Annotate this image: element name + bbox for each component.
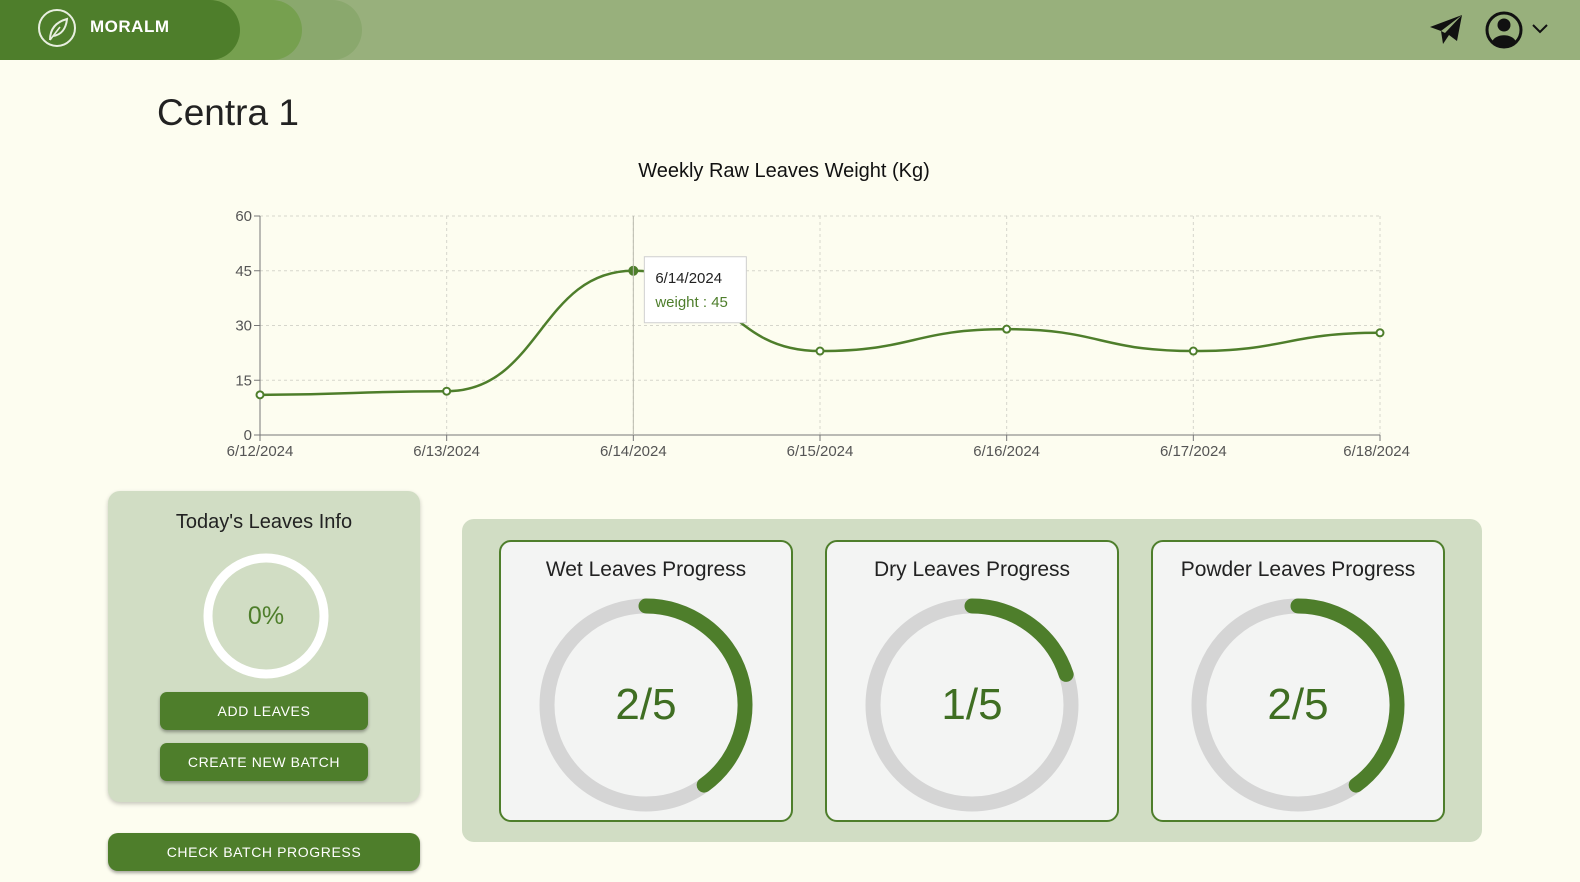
data-point (1002, 324, 1012, 334)
brand-tab[interactable]: MORALM (0, 0, 240, 60)
page-title: Centra 1 (157, 92, 299, 133)
weekly-weight-chart: Weekly Raw Leaves Weight (Kg) 0 15 30 45 60 6/… (227, 160, 1410, 460)
data-point (1188, 346, 1198, 356)
y-tick-label: 45 (235, 263, 252, 280)
progress-card-title: Dry Leaves Progress (873, 558, 1071, 581)
chevron-down-icon[interactable] (1530, 18, 1550, 38)
x-tick-label: 6/14/2024 (600, 443, 667, 460)
dry-leaves-progress-card[interactable]: Dry Leaves Progress 1/5 (825, 540, 1119, 822)
chart-title: Weekly Raw Leaves Weight (Kg) (638, 160, 930, 182)
user-account-icon[interactable] (1484, 10, 1524, 50)
y-tick-label: 0 (244, 427, 252, 444)
wet-leaves-progress-card[interactable]: Wet Leaves Progress 2/5 (499, 540, 793, 822)
progress-card-title: Wet Leaves Progress (545, 558, 747, 581)
x-tick-label: 6/15/2024 (787, 443, 854, 460)
x-tick-label: 6/12/2024 (227, 443, 294, 460)
data-point (1375, 328, 1385, 338)
brand-name: MORALM (90, 17, 170, 36)
y-tick-label: 15 (235, 372, 252, 389)
data-point (815, 346, 825, 356)
data-point (442, 386, 452, 396)
create-new-batch-button[interactable]: CREATE NEW BATCH (160, 743, 368, 781)
top-bar: MORALM (0, 0, 1580, 60)
paper-plane-icon[interactable] (1428, 12, 1464, 48)
progress-value: 2/5 (615, 680, 677, 729)
progress-value: 1/5 (941, 680, 1003, 729)
progress-card-title: Powder Leaves Progress (1180, 558, 1416, 581)
y-tick-label: 30 (235, 318, 252, 335)
today-percent: 0% (247, 602, 285, 630)
leaf-logo-icon (38, 9, 76, 47)
chart-tooltip (643, 256, 747, 324)
y-tick-label: 60 (235, 208, 252, 225)
check-batch-progress-button[interactable]: CHECK BATCH PROGRESS (108, 833, 420, 871)
add-leaves-button[interactable]: ADD LEAVES (160, 692, 368, 730)
x-tick-label: 6/13/2024 (413, 443, 480, 460)
x-tick-label: 6/17/2024 (1160, 443, 1227, 460)
x-tick-label: 6/18/2024 (1343, 443, 1410, 460)
data-point (255, 390, 265, 400)
powder-leaves-progress-card[interactable]: Powder Leaves Progress 2/5 (1151, 540, 1445, 822)
progress-value: 2/5 (1267, 680, 1329, 729)
today-leaves-card: Today's Leaves Info 0% ADD LEAVES CREATE… (108, 491, 420, 802)
tooltip-date: 6/14/2024 (655, 270, 722, 287)
today-leaves-title: Today's Leaves Info (175, 511, 353, 533)
progress-panel: Wet Leaves Progress 2/5 Dry Leaves Progr… (462, 519, 1482, 842)
x-tick-label: 6/16/2024 (973, 443, 1040, 460)
tooltip-value: weight : 45 (654, 294, 728, 311)
